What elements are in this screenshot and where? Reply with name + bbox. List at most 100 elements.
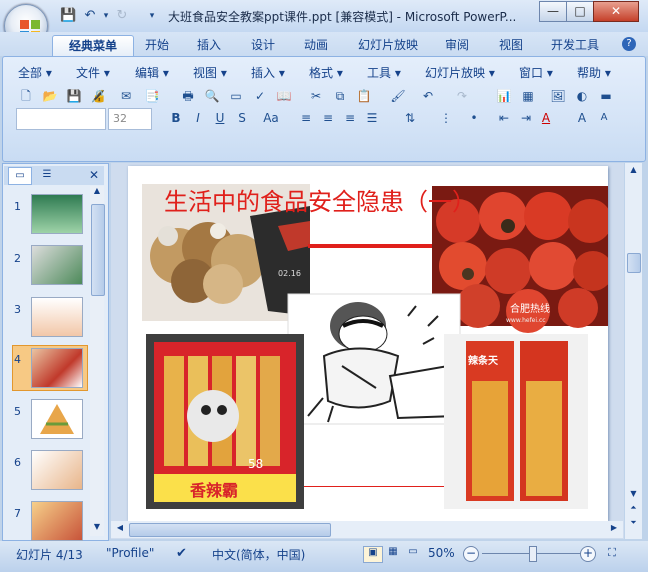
- insert-table-icon[interactable]: ▦: [518, 86, 538, 106]
- slide-thumbnail-4[interactable]: [31, 348, 83, 388]
- slide-thumbnail-3[interactable]: [31, 297, 83, 337]
- decrease-indent-icon[interactable]: ⇤: [494, 108, 514, 128]
- slide-sorter-icon[interactable]: ▦: [384, 546, 402, 561]
- align-center-icon[interactable]: ≡: [318, 108, 338, 128]
- tab-developer[interactable]: 开发工具: [545, 35, 605, 56]
- save-icon[interactable]: 💾: [64, 86, 84, 106]
- zoom-level[interactable]: 50%: [428, 546, 455, 560]
- thumbnail-scrollbar[interactable]: ▲ ▼: [90, 186, 105, 536]
- line-spacing-icon[interactable]: ⇅: [400, 108, 420, 128]
- spell-check-icon[interactable]: ✔: [176, 546, 187, 561]
- menu-slideshow[interactable]: 幻灯片放映 ▾: [425, 64, 495, 81]
- justify-icon[interactable]: ☰: [362, 108, 382, 128]
- slideshow-view-icon[interactable]: ▭: [404, 546, 422, 561]
- menu-help[interactable]: 帮助 ▾: [577, 64, 611, 81]
- bold-button[interactable]: B: [166, 108, 186, 128]
- scroll-up-icon[interactable]: ▲: [91, 186, 103, 200]
- tab-view[interactable]: 视图: [494, 35, 528, 56]
- open-folder-icon[interactable]: 📂: [40, 86, 60, 106]
- previous-slide-icon[interactable]: ⏶: [627, 503, 640, 517]
- zoom-out-button[interactable]: −: [463, 546, 479, 562]
- normal-view-icon[interactable]: ▣: [363, 546, 383, 563]
- numbered-list-icon[interactable]: ⋮: [436, 108, 456, 128]
- scroll-down-icon[interactable]: ▼: [627, 489, 640, 503]
- undo-dropdown-icon[interactable]: ▾: [98, 8, 114, 24]
- print-icon[interactable]: 🖶: [178, 86, 198, 106]
- menu-window[interactable]: 窗口 ▾: [519, 64, 553, 81]
- publish-icon[interactable]: 📑: [142, 86, 162, 106]
- permission-icon[interactable]: 🔏: [88, 86, 108, 106]
- bullet-list-icon[interactable]: •: [464, 108, 484, 128]
- new-document-icon[interactable]: 🗋: [16, 86, 36, 106]
- shadow-button[interactable]: S: [232, 108, 252, 128]
- underline-button[interactable]: U: [210, 108, 230, 128]
- undo-icon[interactable]: ↶: [418, 86, 438, 106]
- shrink-font-icon[interactable]: A: [594, 108, 614, 128]
- align-right-icon[interactable]: ≡: [340, 108, 360, 128]
- slide-thumbnail-6[interactable]: [31, 450, 83, 490]
- outline-tab-icon[interactable]: ☰: [33, 167, 61, 183]
- redo-icon[interactable]: ↷: [452, 86, 472, 106]
- undo-icon[interactable]: ↶: [82, 8, 98, 24]
- menu-file[interactable]: 文件 ▾: [76, 64, 110, 81]
- zoom-in-button[interactable]: +: [580, 546, 596, 562]
- menu-format[interactable]: 格式 ▾: [309, 64, 343, 81]
- zoom-slider-thumb[interactable]: [529, 546, 537, 562]
- close-pane-icon[interactable]: ✕: [86, 167, 102, 183]
- slide-thumbnail-1[interactable]: [31, 194, 83, 234]
- italic-button[interactable]: I: [188, 108, 208, 128]
- slide-canvas[interactable]: 02.16 合肥热线 www.hefei.cc 香辣霸 58 辣条天 生活中的食…: [128, 166, 608, 521]
- copy-icon[interactable]: ⧉: [330, 86, 350, 106]
- slide-thumbnail-5[interactable]: [31, 399, 83, 439]
- font-color-icon[interactable]: A: [536, 108, 556, 128]
- menu-view[interactable]: 视图 ▾: [193, 64, 227, 81]
- vertical-scrollbar[interactable]: ▲ ▼ ⏶ ⏷: [625, 163, 642, 539]
- help-icon[interactable]: ?: [622, 37, 636, 51]
- slide-thumbnail-7[interactable]: [31, 501, 83, 541]
- tab-slideshow[interactable]: 幻灯片放映: [352, 35, 424, 56]
- spelling-icon[interactable]: ✓: [250, 86, 270, 106]
- cut-icon[interactable]: ✂: [306, 86, 326, 106]
- scroll-thumb[interactable]: [129, 523, 331, 537]
- scroll-down-icon[interactable]: ▼: [91, 522, 103, 536]
- font-size-dropdown[interactable]: 32: [108, 108, 152, 130]
- tab-insert[interactable]: 插入: [192, 35, 226, 56]
- customize-quick-access-icon[interactable]: ▾: [144, 8, 160, 24]
- paste-icon[interactable]: 📋: [354, 86, 374, 106]
- next-slide-icon[interactable]: ⏷: [627, 518, 640, 532]
- align-left-icon[interactable]: ≡: [296, 108, 316, 128]
- tab-review[interactable]: 审阅: [440, 35, 474, 56]
- scroll-up-icon[interactable]: ▲: [627, 165, 640, 179]
- scroll-thumb[interactable]: [91, 204, 105, 296]
- format-painter-icon[interactable]: 🖌: [388, 86, 408, 106]
- scroll-right-icon[interactable]: ▶: [607, 523, 621, 536]
- scroll-left-icon[interactable]: ◀: [113, 523, 127, 536]
- menu-tools[interactable]: 工具 ▾: [367, 64, 401, 81]
- print-preview-icon[interactable]: 🔍: [202, 86, 222, 106]
- menu-insert[interactable]: 插入 ▾: [251, 64, 285, 81]
- grow-font-icon[interactable]: A: [572, 108, 592, 128]
- slides-tab-icon[interactable]: ▭: [8, 167, 32, 185]
- save-icon[interactable]: 💾: [60, 8, 76, 24]
- color-icon[interactable]: ▬: [596, 86, 616, 106]
- tab-classic-menu[interactable]: 经典菜单: [52, 35, 134, 57]
- research-icon[interactable]: 📖: [274, 86, 294, 106]
- increase-indent-icon[interactable]: ⇥: [516, 108, 536, 128]
- maximize-button[interactable]: □: [566, 1, 594, 22]
- horizontal-scrollbar[interactable]: ◀ ▶: [111, 521, 623, 538]
- fit-to-window-icon[interactable]: ⛶: [604, 546, 620, 561]
- tab-home[interactable]: 开始: [140, 35, 174, 56]
- menu-edit[interactable]: 编辑 ▾: [135, 64, 169, 81]
- tab-design[interactable]: 设计: [246, 35, 280, 56]
- email-icon[interactable]: ✉: [116, 86, 136, 106]
- font-name-dropdown[interactable]: [16, 108, 106, 130]
- grayscale-icon[interactable]: ◐: [572, 86, 592, 106]
- insert-chart-icon[interactable]: 📊: [494, 86, 514, 106]
- insert-clipart-icon[interactable]: 🖼: [548, 86, 568, 106]
- close-button[interactable]: ✕: [593, 1, 639, 22]
- minimize-button[interactable]: —: [539, 1, 567, 22]
- slide-thumbnail-2[interactable]: [31, 245, 83, 285]
- view-icon[interactable]: ▭: [226, 86, 246, 106]
- change-case-button[interactable]: Aa: [258, 108, 284, 128]
- redo-icon[interactable]: ↻: [114, 8, 130, 24]
